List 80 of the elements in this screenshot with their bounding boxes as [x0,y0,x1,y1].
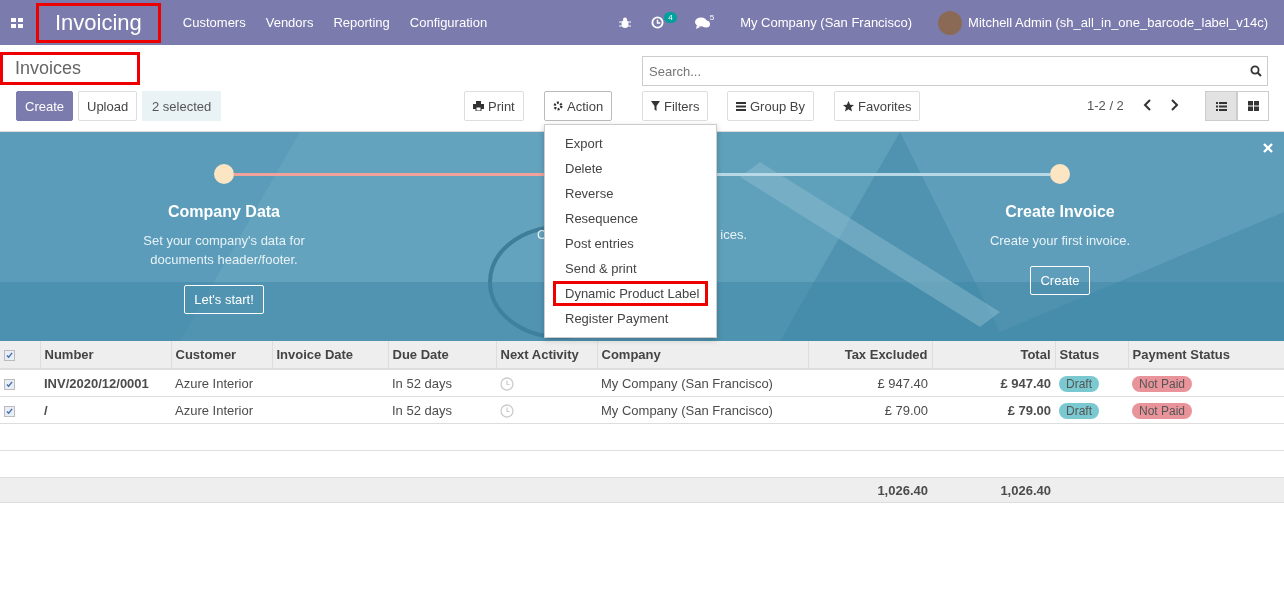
list-icon [1215,101,1227,111]
table-cell: My Company (San Francisco) [601,375,773,391]
column-header[interactable]: Due Date [388,341,496,369]
table-cell: £ 947.40 [877,375,928,391]
app-title: Invoicing [36,2,161,43]
filters-button[interactable]: Filters [642,91,709,121]
column-header[interactable]: Status [1055,341,1128,369]
search-icon[interactable] [1250,65,1262,77]
action-button[interactable]: Action [544,91,613,121]
dropdown-item[interactable]: Delete [553,156,708,181]
menu-item[interactable]: Reporting [333,15,390,30]
table-cell: In 52 days [392,375,452,391]
payment-status-badge: Not Paid [1132,402,1193,419]
total-cell: 1,026.40 [1000,482,1051,498]
message-count: 5 [709,13,715,22]
table-cell: £ 79.00 [1007,402,1051,418]
column-header[interactable]: Total [932,341,1055,369]
status-badge: Draft [1059,402,1099,419]
gear-icon [553,101,563,111]
step-title: Company Data [168,203,280,221]
favorites-button[interactable]: Favorites [834,91,921,121]
table-cell: £ 947.40 [1000,375,1051,391]
print-button[interactable]: Print [464,91,524,121]
pager-value: 1-2 / 2 [1087,98,1124,113]
column-header[interactable]: Next Activity [496,341,597,369]
dropdown-item[interactable]: Resequence [553,206,708,231]
group-by-button[interactable]: Group By [727,91,814,121]
dropdown-item[interactable]: Post entries [553,231,708,256]
close-icon[interactable] [1263,143,1273,153]
bars-icon [736,101,746,111]
column-header[interactable]: Customer [171,341,272,369]
company-switcher[interactable]: My Company (San Francisco) [740,15,913,30]
page-title: Invoices [0,52,140,85]
table-cell: / [44,402,48,418]
table-cell: Azure Interior [175,375,254,391]
table-cell: £ 79.00 [884,402,928,418]
activity-count: 4 [664,12,677,23]
menu-item[interactable]: Configuration [409,15,488,30]
row-checkbox[interactable] [4,350,15,362]
kanban-view-button[interactable] [1237,91,1269,121]
column-header[interactable]: Tax Excluded [808,341,932,369]
step-description: Set your company's data for documents header/footer. [142,232,306,269]
column-header[interactable]: Company [597,341,808,369]
dropdown-item[interactable]: Register Payment [553,306,708,331]
status-badge: Draft [1059,375,1099,392]
table-cell: INV/2020/12/0001 [44,375,149,391]
upload-button[interactable]: Upload [78,91,138,121]
menu-item[interactable]: Vendors [265,15,314,30]
menu-item[interactable]: Customers [182,15,246,30]
row-checkbox[interactable] [4,405,15,417]
table-cell: My Company (San Francisco) [601,402,773,418]
bug-icon[interactable] [619,16,632,29]
chat-icon[interactable] [694,16,710,29]
dropdown-item[interactable]: Export [553,131,708,156]
search-field[interactable]: Search... [642,56,1268,86]
list-view-button[interactable] [1205,91,1237,121]
row-checkbox[interactable] [4,378,15,390]
user-menu[interactable]: Mitchell Admin (sh_all_in_one_barcode_label_v14c) [968,15,1268,30]
total-cell: 1,026.40 [877,482,928,498]
dropdown-item[interactable]: Reverse [553,181,708,206]
create-button[interactable]: Create [16,91,74,121]
column-header[interactable]: Number [40,341,171,369]
previous-icon[interactable] [1142,98,1154,112]
star-icon [843,100,854,112]
table-cell: In 52 days [392,402,452,418]
column-header[interactable]: Payment Status [1128,341,1284,369]
grid-icon [1247,101,1259,111]
next-icon[interactable] [1168,98,1180,112]
funnel-icon [651,101,660,111]
dropdown-item[interactable]: Send & print [553,256,708,281]
step-description: Create your first invoice. [988,232,1132,250]
step-description: ices. [720,227,747,242]
apps-menu-icon[interactable] [10,15,24,30]
step-title: Create Invoice [1005,203,1115,221]
column-header[interactable]: Invoice Date [272,341,388,369]
table-cell: Azure Interior [175,402,254,418]
payment-status-badge: Not Paid [1132,375,1193,392]
dropdown-item[interactable]: Dynamic Product Label [553,281,708,306]
printer-icon [473,101,484,111]
selection-count: 2 selected [142,91,222,121]
